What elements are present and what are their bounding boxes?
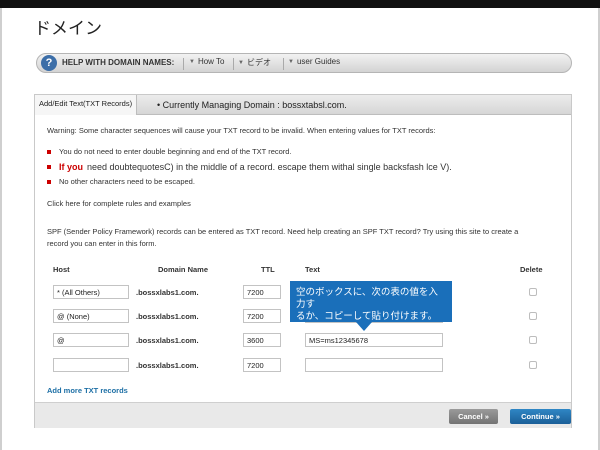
continue-button[interactable]: Continue » bbox=[510, 409, 571, 424]
ttl-input[interactable]: 3600 bbox=[243, 333, 281, 347]
bullet-dot-icon: • bbox=[157, 100, 161, 110]
text-value-input[interactable]: MS=ms12345678 bbox=[305, 333, 443, 347]
callout-line-1: 空のボックスに、次の表の値を入力す bbox=[296, 287, 438, 310]
help-separator bbox=[183, 58, 184, 70]
column-header-text: Text bbox=[305, 265, 320, 274]
list-item: No other characters need to be escaped. bbox=[47, 174, 567, 189]
column-header-ttl: TTL bbox=[261, 265, 275, 274]
bullet-text: need doubtequotesC) in the middle of a r… bbox=[87, 161, 452, 172]
help-link-video[interactable]: ▼ ビデオ bbox=[238, 57, 271, 68]
panel-header: Add/Edit Text(TXT Records) • Currently M… bbox=[35, 95, 571, 115]
chevron-down-icon: ▼ bbox=[238, 59, 244, 66]
domain-name-text: .bossxlabs1.com. bbox=[136, 288, 199, 297]
callout-line-2: るか、コピーして貼り付けます。 bbox=[296, 311, 438, 322]
add-more-txt-records-link[interactable]: Add more TXT records bbox=[47, 386, 128, 395]
red-square-bullet-icon bbox=[47, 149, 51, 154]
help-bar-title: HELP WITH DOMAIN NAMES: bbox=[62, 58, 175, 67]
instruction-callout: 空のボックスに、次の表の値を入力す るか、コピーして貼り付けます。 bbox=[290, 281, 452, 331]
warning-bullet-list: You do not need to enter double beginnin… bbox=[47, 144, 567, 189]
bullet-text: You do not need to enter double beginnin… bbox=[59, 147, 292, 156]
delete-checkbox[interactable] bbox=[529, 312, 537, 320]
domain-name-text: .bossxlabs1.com. bbox=[136, 312, 199, 321]
top-window-bar bbox=[0, 0, 600, 8]
domain-name-text: .bossxlabs1.com. bbox=[136, 361, 199, 370]
red-square-bullet-icon bbox=[47, 179, 51, 184]
host-input[interactable]: @ (None) bbox=[53, 309, 129, 323]
text-value-input[interactable] bbox=[305, 358, 443, 372]
domain-name-text: .bossxlabs1.com. bbox=[136, 336, 199, 345]
frame-left-border bbox=[0, 8, 2, 450]
chevron-down-icon: ▼ bbox=[288, 58, 294, 65]
column-header-host: Host bbox=[53, 265, 70, 274]
column-header-delete: Delete bbox=[520, 265, 543, 274]
txt-records-panel: Add/Edit Text(TXT Records) • Currently M… bbox=[34, 94, 572, 428]
host-input[interactable]: @ bbox=[53, 333, 129, 347]
help-link-label: user Guides bbox=[296, 57, 341, 66]
delete-checkbox[interactable] bbox=[529, 361, 537, 369]
tab-add-edit-txt[interactable]: Add/Edit Text(TXT Records) bbox=[35, 95, 138, 115]
help-bar: ? HELP WITH DOMAIN NAMES: ▼ How To ▼ ビデオ… bbox=[36, 53, 572, 73]
column-header-domain: Domain Name bbox=[158, 265, 209, 274]
chevron-down-icon: ▼ bbox=[189, 58, 195, 65]
list-item: You do not need to enter double beginnin… bbox=[47, 144, 567, 159]
panel-footer: Cancel » Continue » bbox=[35, 402, 571, 428]
delete-checkbox[interactable] bbox=[529, 336, 537, 344]
managing-domain-text: Currently Managing Domain : bossxtabsl.c… bbox=[162, 100, 347, 110]
help-link-how-to[interactable]: ▼ How To bbox=[189, 57, 224, 66]
rules-examples-link[interactable]: Click here for complete rules and exampl… bbox=[47, 199, 191, 208]
red-square-bullet-icon bbox=[47, 164, 51, 169]
help-link-user-guides[interactable]: ▼ user Guides bbox=[288, 57, 340, 66]
bullet-prefix: If you bbox=[59, 161, 83, 172]
help-link-label: ビデオ bbox=[246, 58, 271, 67]
ttl-input[interactable]: 7200 bbox=[243, 285, 281, 299]
help-link-label: How To bbox=[197, 57, 225, 66]
spf-help-text: SPF (Sender Policy Framework) records ca… bbox=[47, 227, 519, 248]
page-title: ドメイン bbox=[34, 19, 102, 39]
managing-domain-label: • Currently Managing Domain : bossxtabsl… bbox=[157, 100, 347, 110]
ttl-input[interactable]: 7200 bbox=[243, 358, 281, 372]
help-question-icon[interactable]: ? bbox=[41, 55, 57, 71]
host-input[interactable]: * (All Others) bbox=[53, 285, 129, 299]
list-item: If you need doubtequotesC) in the middle… bbox=[47, 159, 567, 174]
delete-checkbox[interactable] bbox=[529, 288, 537, 296]
bullet-text: No other characters need to be escaped. bbox=[59, 177, 195, 186]
help-separator bbox=[233, 58, 234, 70]
ttl-input[interactable]: 7200 bbox=[243, 309, 281, 323]
help-separator bbox=[283, 58, 284, 70]
cancel-button[interactable]: Cancel » bbox=[449, 409, 498, 424]
warning-text: Warning: Some character sequences will c… bbox=[47, 126, 436, 135]
host-input[interactable] bbox=[53, 358, 129, 372]
